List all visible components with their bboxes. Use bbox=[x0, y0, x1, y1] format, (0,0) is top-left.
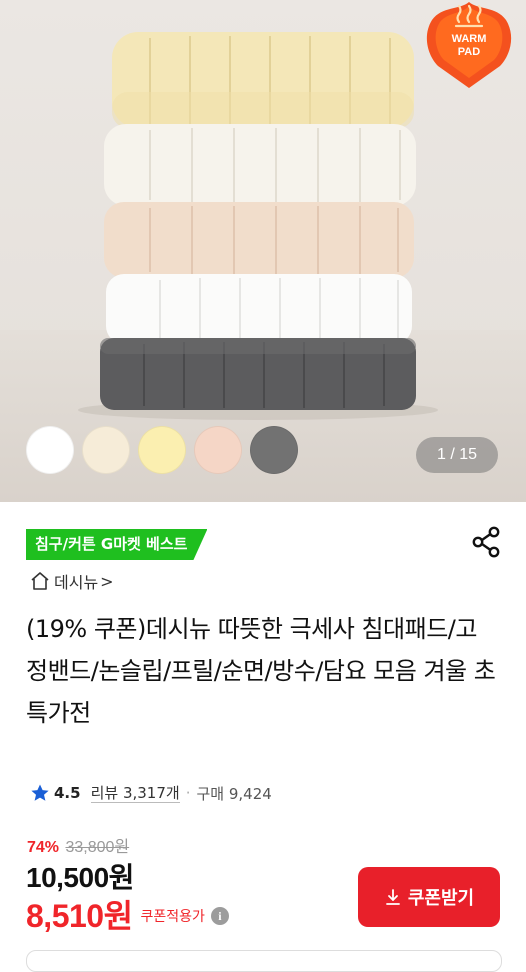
blanket-yellow bbox=[112, 32, 414, 128]
coupon-price-label: 쿠폰적용가 bbox=[140, 909, 205, 925]
original-price: 33,800원 bbox=[65, 839, 130, 856]
swatch-white[interactable] bbox=[26, 426, 74, 474]
discount-percent: 74% bbox=[27, 839, 60, 856]
home-icon bbox=[31, 572, 49, 590]
review-count-link[interactable]: 리뷰 3,317개 bbox=[90, 784, 180, 803]
product-image[interactable]: WARM PAD 1 / 15 bbox=[0, 0, 526, 502]
product-title: (19% 쿠폰)데시뉴 따뜻한 극세사 침대패드/고정밴드/논슬립/프릴/순면/… bbox=[26, 615, 496, 727]
store-name: 데시뉴 bbox=[54, 573, 99, 592]
purchase-count: 구매 9,424 bbox=[196, 784, 272, 803]
image-counter: 1 / 15 bbox=[416, 437, 498, 473]
star-icon bbox=[31, 784, 49, 801]
download-icon bbox=[385, 889, 400, 905]
discount-row: 74% 33,800원 bbox=[27, 833, 129, 857]
coupon-price: 8,510원 bbox=[26, 898, 133, 934]
info-icon[interactable]: i bbox=[210, 907, 229, 925]
share-button[interactable] bbox=[468, 524, 504, 560]
warm-pad-badge: WARM PAD bbox=[426, 0, 512, 90]
option-selector-box[interactable] bbox=[26, 950, 502, 972]
swatch-gray[interactable] bbox=[250, 426, 298, 474]
sale-price: 10,500원 bbox=[26, 862, 134, 893]
badge-line1: WARM bbox=[451, 33, 487, 45]
chevron-right-icon: > bbox=[100, 571, 114, 591]
swatch-cream[interactable] bbox=[82, 426, 130, 474]
share-icon bbox=[472, 526, 500, 558]
rating-row: 4.5 리뷰 3,317개 · 구매 9,424 bbox=[30, 781, 272, 805]
badge-line2: PAD bbox=[457, 46, 481, 58]
get-coupon-button[interactable]: 쿠폰받기 bbox=[358, 867, 500, 927]
coupon-price-row: 8,510원 쿠폰적용가 i bbox=[26, 894, 229, 934]
swatch-yellow[interactable] bbox=[138, 426, 186, 474]
category-best-tag[interactable]: 침구/커튼 G마켓 베스트 bbox=[26, 529, 207, 560]
get-coupon-label: 쿠폰받기 bbox=[407, 888, 475, 908]
swatch-pink[interactable] bbox=[194, 426, 242, 474]
separator-dot: · bbox=[185, 784, 191, 802]
rating-score: 4.5 bbox=[54, 784, 81, 802]
store-link[interactable]: 데시뉴 > bbox=[30, 568, 114, 594]
badge-label: WARM PAD bbox=[426, 33, 512, 59]
